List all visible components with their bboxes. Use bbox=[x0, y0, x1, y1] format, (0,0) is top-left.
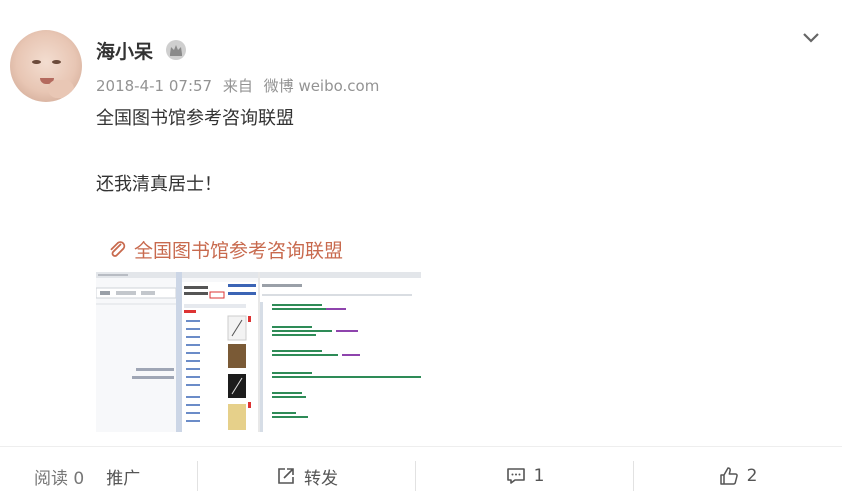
post-timestamp[interactable]: 2018-4-1 07:57 bbox=[96, 77, 212, 95]
crown-icon bbox=[166, 40, 186, 60]
read-count-label: 阅读 0 bbox=[34, 468, 85, 489]
repost-label: 转发 bbox=[304, 468, 338, 489]
comment-button[interactable]: 1 bbox=[416, 460, 634, 492]
post-link[interactable]: 全国图书馆参考咨询联盟 bbox=[108, 236, 343, 263]
like-button[interactable]: 2 bbox=[634, 460, 842, 492]
post-text-line-1: 全国图书馆参考咨询联盟 bbox=[96, 108, 294, 129]
post-text-line-2: 还我清真居士！ bbox=[96, 174, 222, 195]
weibo-post-card: 海小呆 2018-4-1 07:57 来自 微博 weibo.com 全国图书馆… bbox=[0, 0, 842, 503]
avatar-hand bbox=[48, 80, 74, 98]
source-prefix: 来自 bbox=[222, 77, 253, 95]
avatar-eye bbox=[52, 60, 61, 64]
source-app[interactable]: 微博 weibo.com bbox=[264, 77, 380, 95]
comment-count: 1 bbox=[533, 466, 545, 486]
chevron-down-icon[interactable] bbox=[800, 26, 822, 48]
post-image-thumbnail[interactable] bbox=[96, 272, 421, 432]
promote-button[interactable]: 推广 bbox=[106, 464, 140, 489]
avatar[interactable] bbox=[10, 30, 82, 102]
post-link-label: 全国图书馆参考咨询联盟 bbox=[134, 240, 344, 262]
repost-icon bbox=[278, 468, 294, 484]
like-count: 2 bbox=[746, 466, 758, 486]
avatar-eye bbox=[32, 60, 41, 64]
username[interactable]: 海小呆 bbox=[96, 37, 153, 64]
footer-divider bbox=[0, 446, 842, 447]
paperclip-link-icon bbox=[110, 241, 126, 257]
thumbs-up-icon bbox=[719, 467, 738, 485]
read-count: 阅读 0 推广 bbox=[34, 460, 140, 492]
repost-button[interactable]: 转发 bbox=[198, 460, 416, 492]
comment-icon bbox=[506, 468, 525, 484]
post-meta: 2018-4-1 07:57 来自 微博 weibo.com bbox=[96, 75, 385, 96]
